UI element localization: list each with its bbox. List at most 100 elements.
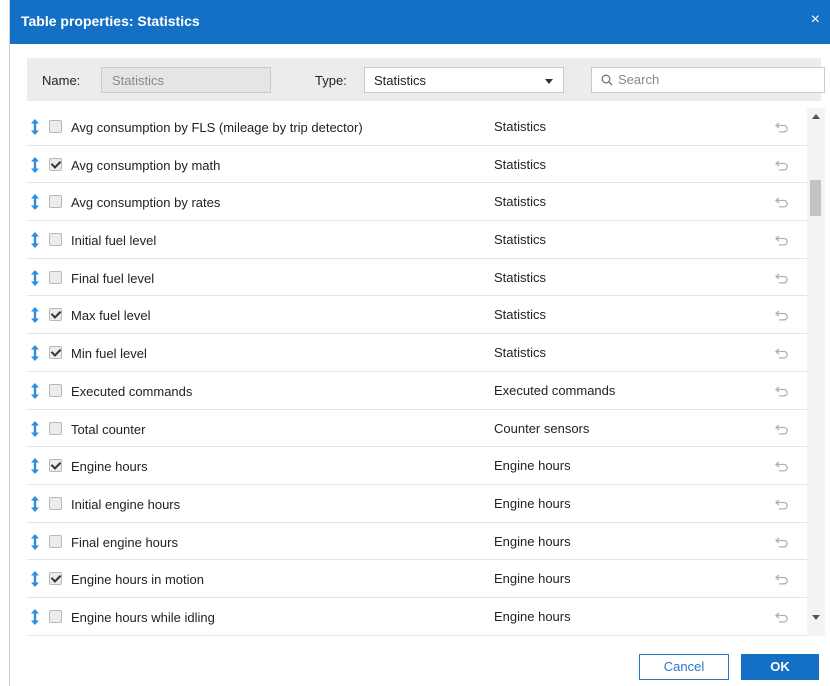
undo-arrow-icon[interactable] <box>775 611 789 623</box>
row-label: Initial fuel level <box>71 233 157 249</box>
vertical-resize-arrow-icon[interactable] <box>30 608 40 625</box>
row-checkbox[interactable] <box>49 534 62 548</box>
type-label: Type: <box>315 73 347 88</box>
type-select[interactable]: Statistics <box>364 67 564 93</box>
list-item: Max fuel level Statistics <box>27 296 807 335</box>
list-item: Avg consumption by FLS (mileage by trip … <box>27 108 807 146</box>
row-type: Statistics <box>494 307 547 323</box>
undo-arrow-icon[interactable] <box>775 498 789 510</box>
list-item: Min fuel level Statistics <box>27 334 807 372</box>
row-type: Statistics <box>494 232 547 248</box>
row-label: Final fuel level <box>71 270 155 286</box>
row-type: Statistics <box>494 156 547 172</box>
undo-arrow-icon[interactable] <box>775 423 789 435</box>
row-label: Total counter <box>71 421 146 437</box>
row-checkbox[interactable] <box>49 308 62 322</box>
list-item: Initial engine hours Engine hours <box>27 485 807 523</box>
list-item: Avg consumption by math Statistics <box>27 146 807 184</box>
row-type: Engine hours <box>494 495 571 511</box>
row-checkbox[interactable] <box>49 609 62 623</box>
vertical-resize-arrow-icon[interactable] <box>30 307 40 324</box>
row-type: Engine hours <box>494 458 571 474</box>
vertical-resize-arrow-icon[interactable] <box>30 269 40 286</box>
undo-arrow-icon[interactable] <box>775 272 789 284</box>
list-item: Engine hours Engine hours <box>27 447 807 485</box>
undo-arrow-icon[interactable] <box>775 460 789 472</box>
row-label: Avg consumption by FLS (mileage by trip … <box>71 120 363 135</box>
row-label: Executed commands <box>71 383 193 399</box>
scroll-up-arrow-icon[interactable] <box>812 114 820 119</box>
undo-arrow-icon[interactable] <box>775 385 789 397</box>
row-label: Engine hours in motion <box>71 572 204 588</box>
undo-arrow-icon[interactable] <box>775 196 789 208</box>
row-checkbox[interactable] <box>49 572 62 586</box>
row-label: Avg consumption by math <box>71 157 221 173</box>
column-list: Avg consumption by FLS (mileage by trip … <box>27 108 807 636</box>
row-type: Statistics <box>494 194 547 210</box>
scrollbar-thumb[interactable] <box>810 180 821 216</box>
vertical-resize-arrow-icon[interactable] <box>30 382 40 399</box>
undo-arrow-icon[interactable] <box>775 309 789 321</box>
undo-arrow-icon[interactable] <box>775 159 789 171</box>
row-checkbox[interactable] <box>49 195 62 209</box>
row-checkbox[interactable] <box>49 383 62 397</box>
row-type: Executed commands <box>494 382 616 398</box>
vertical-resize-arrow-icon[interactable] <box>30 194 40 211</box>
row-type: Counter sensors <box>494 420 590 436</box>
list-item: Engine hours in motion Engine hours <box>27 560 807 598</box>
row-type: Statistics <box>494 119 547 134</box>
list-item: Initial fuel level Statistics <box>27 221 807 259</box>
search-input[interactable] <box>616 71 820 88</box>
chevron-down-icon <box>545 79 553 84</box>
row-type: Engine hours <box>494 571 571 587</box>
search-box[interactable] <box>591 67 825 93</box>
dialog-titlebar: Table properties: Statistics × <box>10 0 830 44</box>
row-label: Avg consumption by rates <box>71 195 221 211</box>
row-label: Final engine hours <box>71 534 178 550</box>
type-select-value: Statistics <box>374 73 427 88</box>
undo-arrow-icon[interactable] <box>775 573 789 585</box>
undo-arrow-icon[interactable] <box>775 121 789 133</box>
list-item: Total counter Counter sensors <box>27 410 807 448</box>
close-icon[interactable]: × <box>811 11 820 29</box>
vertical-resize-arrow-icon[interactable] <box>30 458 40 475</box>
row-label: Engine hours <box>71 459 148 475</box>
vertical-resize-arrow-icon[interactable] <box>30 119 40 135</box>
row-checkbox[interactable] <box>49 157 62 171</box>
row-checkbox[interactable] <box>49 233 62 247</box>
name-label: Name: <box>42 73 81 88</box>
vertical-resize-arrow-icon[interactable] <box>30 495 40 512</box>
vertical-resize-arrow-icon[interactable] <box>30 232 40 249</box>
list-scrollbar[interactable] <box>807 108 825 636</box>
row-label: Min fuel level <box>71 346 147 362</box>
row-checkbox[interactable] <box>49 346 62 360</box>
row-checkbox[interactable] <box>49 459 62 473</box>
row-checkbox[interactable] <box>49 421 62 435</box>
dialog-title: Table properties: Statistics <box>21 13 200 29</box>
list-item: Final fuel level Statistics <box>27 259 807 297</box>
name-field: Statistics <box>101 67 271 93</box>
row-checkbox[interactable] <box>49 270 62 284</box>
row-type: Engine hours <box>494 533 571 549</box>
list-item: Executed commands Executed commands <box>27 372 807 410</box>
undo-arrow-icon[interactable] <box>775 234 789 246</box>
scroll-down-arrow-icon[interactable] <box>812 615 820 620</box>
undo-arrow-icon[interactable] <box>775 347 789 359</box>
undo-arrow-icon[interactable] <box>775 536 789 548</box>
row-checkbox[interactable] <box>49 120 62 133</box>
ok-button[interactable]: OK <box>741 654 819 680</box>
list-item: Engine hours while idling Engine hours <box>27 598 807 636</box>
vertical-resize-arrow-icon[interactable] <box>30 571 40 588</box>
row-label: Engine hours while idling <box>71 609 215 625</box>
list-item: Final engine hours Engine hours <box>27 523 807 561</box>
vertical-resize-arrow-icon[interactable] <box>30 345 40 362</box>
row-label: Max fuel level <box>71 308 151 324</box>
vertical-resize-arrow-icon[interactable] <box>30 420 40 437</box>
list-item: Avg consumption by rates Statistics <box>27 183 807 222</box>
vertical-resize-arrow-icon[interactable] <box>30 156 40 173</box>
cancel-button[interactable]: Cancel <box>639 654 729 680</box>
row-type: Engine hours <box>494 608 571 624</box>
row-checkbox[interactable] <box>49 496 62 510</box>
table-properties-dialog: Table properties: Statistics × Name: Sta… <box>9 0 830 686</box>
vertical-resize-arrow-icon[interactable] <box>30 533 40 550</box>
